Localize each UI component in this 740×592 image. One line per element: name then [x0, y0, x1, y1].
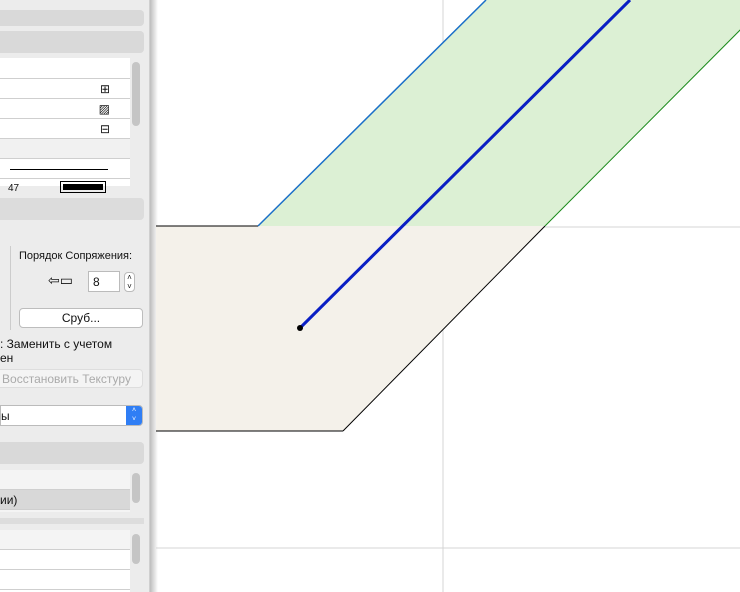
wall-layer-icon: ⊞ [99, 82, 110, 96]
junction-order-input[interactable]: 8 [88, 271, 120, 292]
drawing-canvas[interactable] [156, 0, 740, 592]
list-item[interactable]: ▨ [0, 99, 130, 119]
replace-label-cont: ен [0, 351, 14, 365]
wall-cut-icon: ⊟ [99, 122, 110, 136]
list-item[interactable] [0, 550, 130, 570]
slab-fill[interactable] [156, 226, 545, 431]
junction-order-label: Порядок Сопряжения: [19, 250, 133, 262]
list-item[interactable] [0, 570, 130, 590]
chevron-updown-icon: ˄ ˅ [126, 406, 142, 425]
section-header[interactable] [0, 198, 144, 220]
scrollbar[interactable] [132, 62, 140, 126]
list-item[interactable] [0, 530, 130, 550]
line-sample [10, 169, 108, 170]
junction-order-stepper[interactable]: ˄ ˅ [124, 272, 135, 292]
select-dropdown[interactable]: ы ˄ ˅ [0, 405, 143, 426]
value-text: 47 [8, 183, 20, 194]
junction-icon: ⇦▭ [48, 272, 73, 288]
divider [0, 518, 144, 524]
list-item[interactable] [0, 139, 130, 159]
list-item[interactable] [0, 58, 130, 79]
layer-list: ⊞ ▨ ⊟ 47 [0, 58, 130, 194]
list-item[interactable]: 47 [0, 179, 130, 199]
fill-sample [60, 181, 106, 193]
list-item[interactable] [0, 159, 130, 179]
settings-panel: ⊞ ▨ ⊟ 47 Порядок Сопряжения: ⇦▭ 8 ˄ ˅ Сру… [0, 0, 150, 592]
scrollbar[interactable] [132, 534, 140, 564]
list-item[interactable]: ⊟ [0, 119, 130, 139]
list: ии) [0, 470, 130, 512]
restore-texture-button[interactable]: Восстановить Текстуру [0, 369, 143, 388]
divider [10, 246, 11, 330]
wall-fill[interactable] [258, 0, 740, 226]
replace-label: : Заменить с учетом [0, 337, 113, 351]
section-header[interactable] [0, 10, 144, 26]
section-header[interactable] [0, 31, 144, 53]
section-header[interactable] [0, 442, 144, 464]
list-item[interactable]: ии) [0, 490, 130, 510]
scrollbar[interactable] [132, 473, 140, 503]
list-item[interactable]: ⊞ [0, 79, 130, 99]
list [0, 530, 130, 592]
log-button[interactable]: Сруб... [19, 308, 143, 328]
list-item[interactable] [0, 470, 130, 490]
slab-layer-icon: ▨ [98, 102, 110, 116]
reference-point[interactable] [297, 325, 303, 331]
